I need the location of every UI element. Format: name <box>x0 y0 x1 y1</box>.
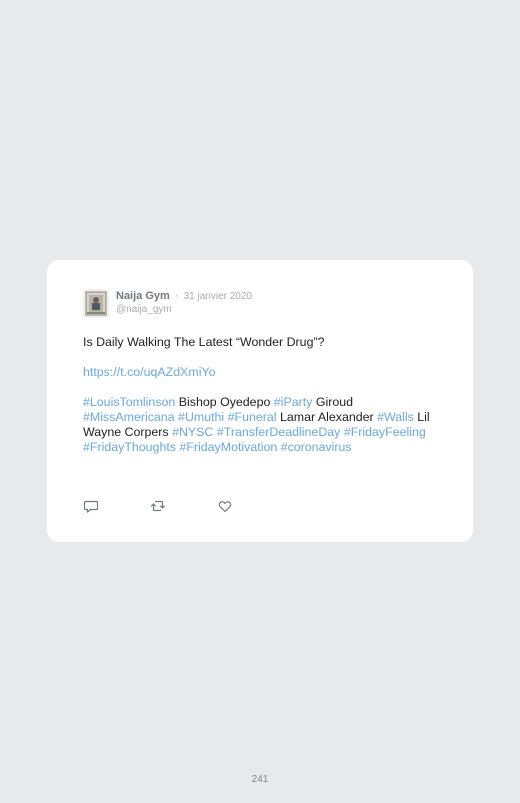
author-handle[interactable]: @naija_gym <box>116 304 172 315</box>
hashtag-link[interactable]: #MissAmericana <box>83 410 175 424</box>
hashtag-link[interactable]: #TransferDeadlineDay <box>217 425 341 439</box>
tweet-link[interactable]: https://t.co/uqAZdXmiYo <box>83 365 215 379</box>
tweet-card: Naija Gym · 31 janvier 2020 @naija_gym I… <box>47 260 473 542</box>
name-row: Naija Gym · 31 janvier 2020 <box>116 290 252 302</box>
hashtag-link[interactable]: #Walls <box>377 410 414 424</box>
avatar[interactable] <box>83 289 109 318</box>
hashtag-link[interactable]: #Funeral <box>228 410 277 424</box>
tweet-body: #LouisTomlinson Bishop Oyedepo #iParty G… <box>83 395 443 455</box>
body-text: Giroud <box>312 395 354 409</box>
retweet-icon[interactable] <box>150 498 166 514</box>
tweet-header: Naija Gym · 31 janvier 2020 @naija_gym <box>83 287 443 319</box>
hashtag-link[interactable]: #Umuthi <box>178 410 224 424</box>
tweet-headline: Is Daily Walking The Latest “Wonder Drug… <box>83 335 325 349</box>
author-name[interactable]: Naija Gym <box>116 290 170 302</box>
tweet-text: Is Daily Walking The Latest “Wonder Drug… <box>83 335 443 470</box>
page-number: 241 <box>251 774 269 785</box>
hashtag-link[interactable]: #coronavirus <box>281 440 352 454</box>
avatar-image <box>83 289 109 318</box>
hashtag-link[interactable]: #FridayThoughts <box>83 440 176 454</box>
hashtag-link[interactable]: #NYSC <box>172 425 213 439</box>
like-icon[interactable] <box>217 498 233 514</box>
body-text: Lamar Alexander <box>276 410 378 424</box>
name-date-separator: · <box>174 290 179 302</box>
hashtag-link[interactable]: #FridayMotivation <box>179 440 277 454</box>
hashtag-link[interactable]: #FridayFeeling <box>344 425 426 439</box>
hashtag-link[interactable]: #iParty <box>274 395 313 409</box>
hashtag-link[interactable]: #LouisTomlinson <box>83 395 175 409</box>
tweet-actions <box>83 498 283 514</box>
reply-icon[interactable] <box>83 498 99 514</box>
body-text: Bishop Oyedepo <box>175 395 274 409</box>
tweet-date[interactable]: 31 janvier 2020 <box>184 291 252 302</box>
